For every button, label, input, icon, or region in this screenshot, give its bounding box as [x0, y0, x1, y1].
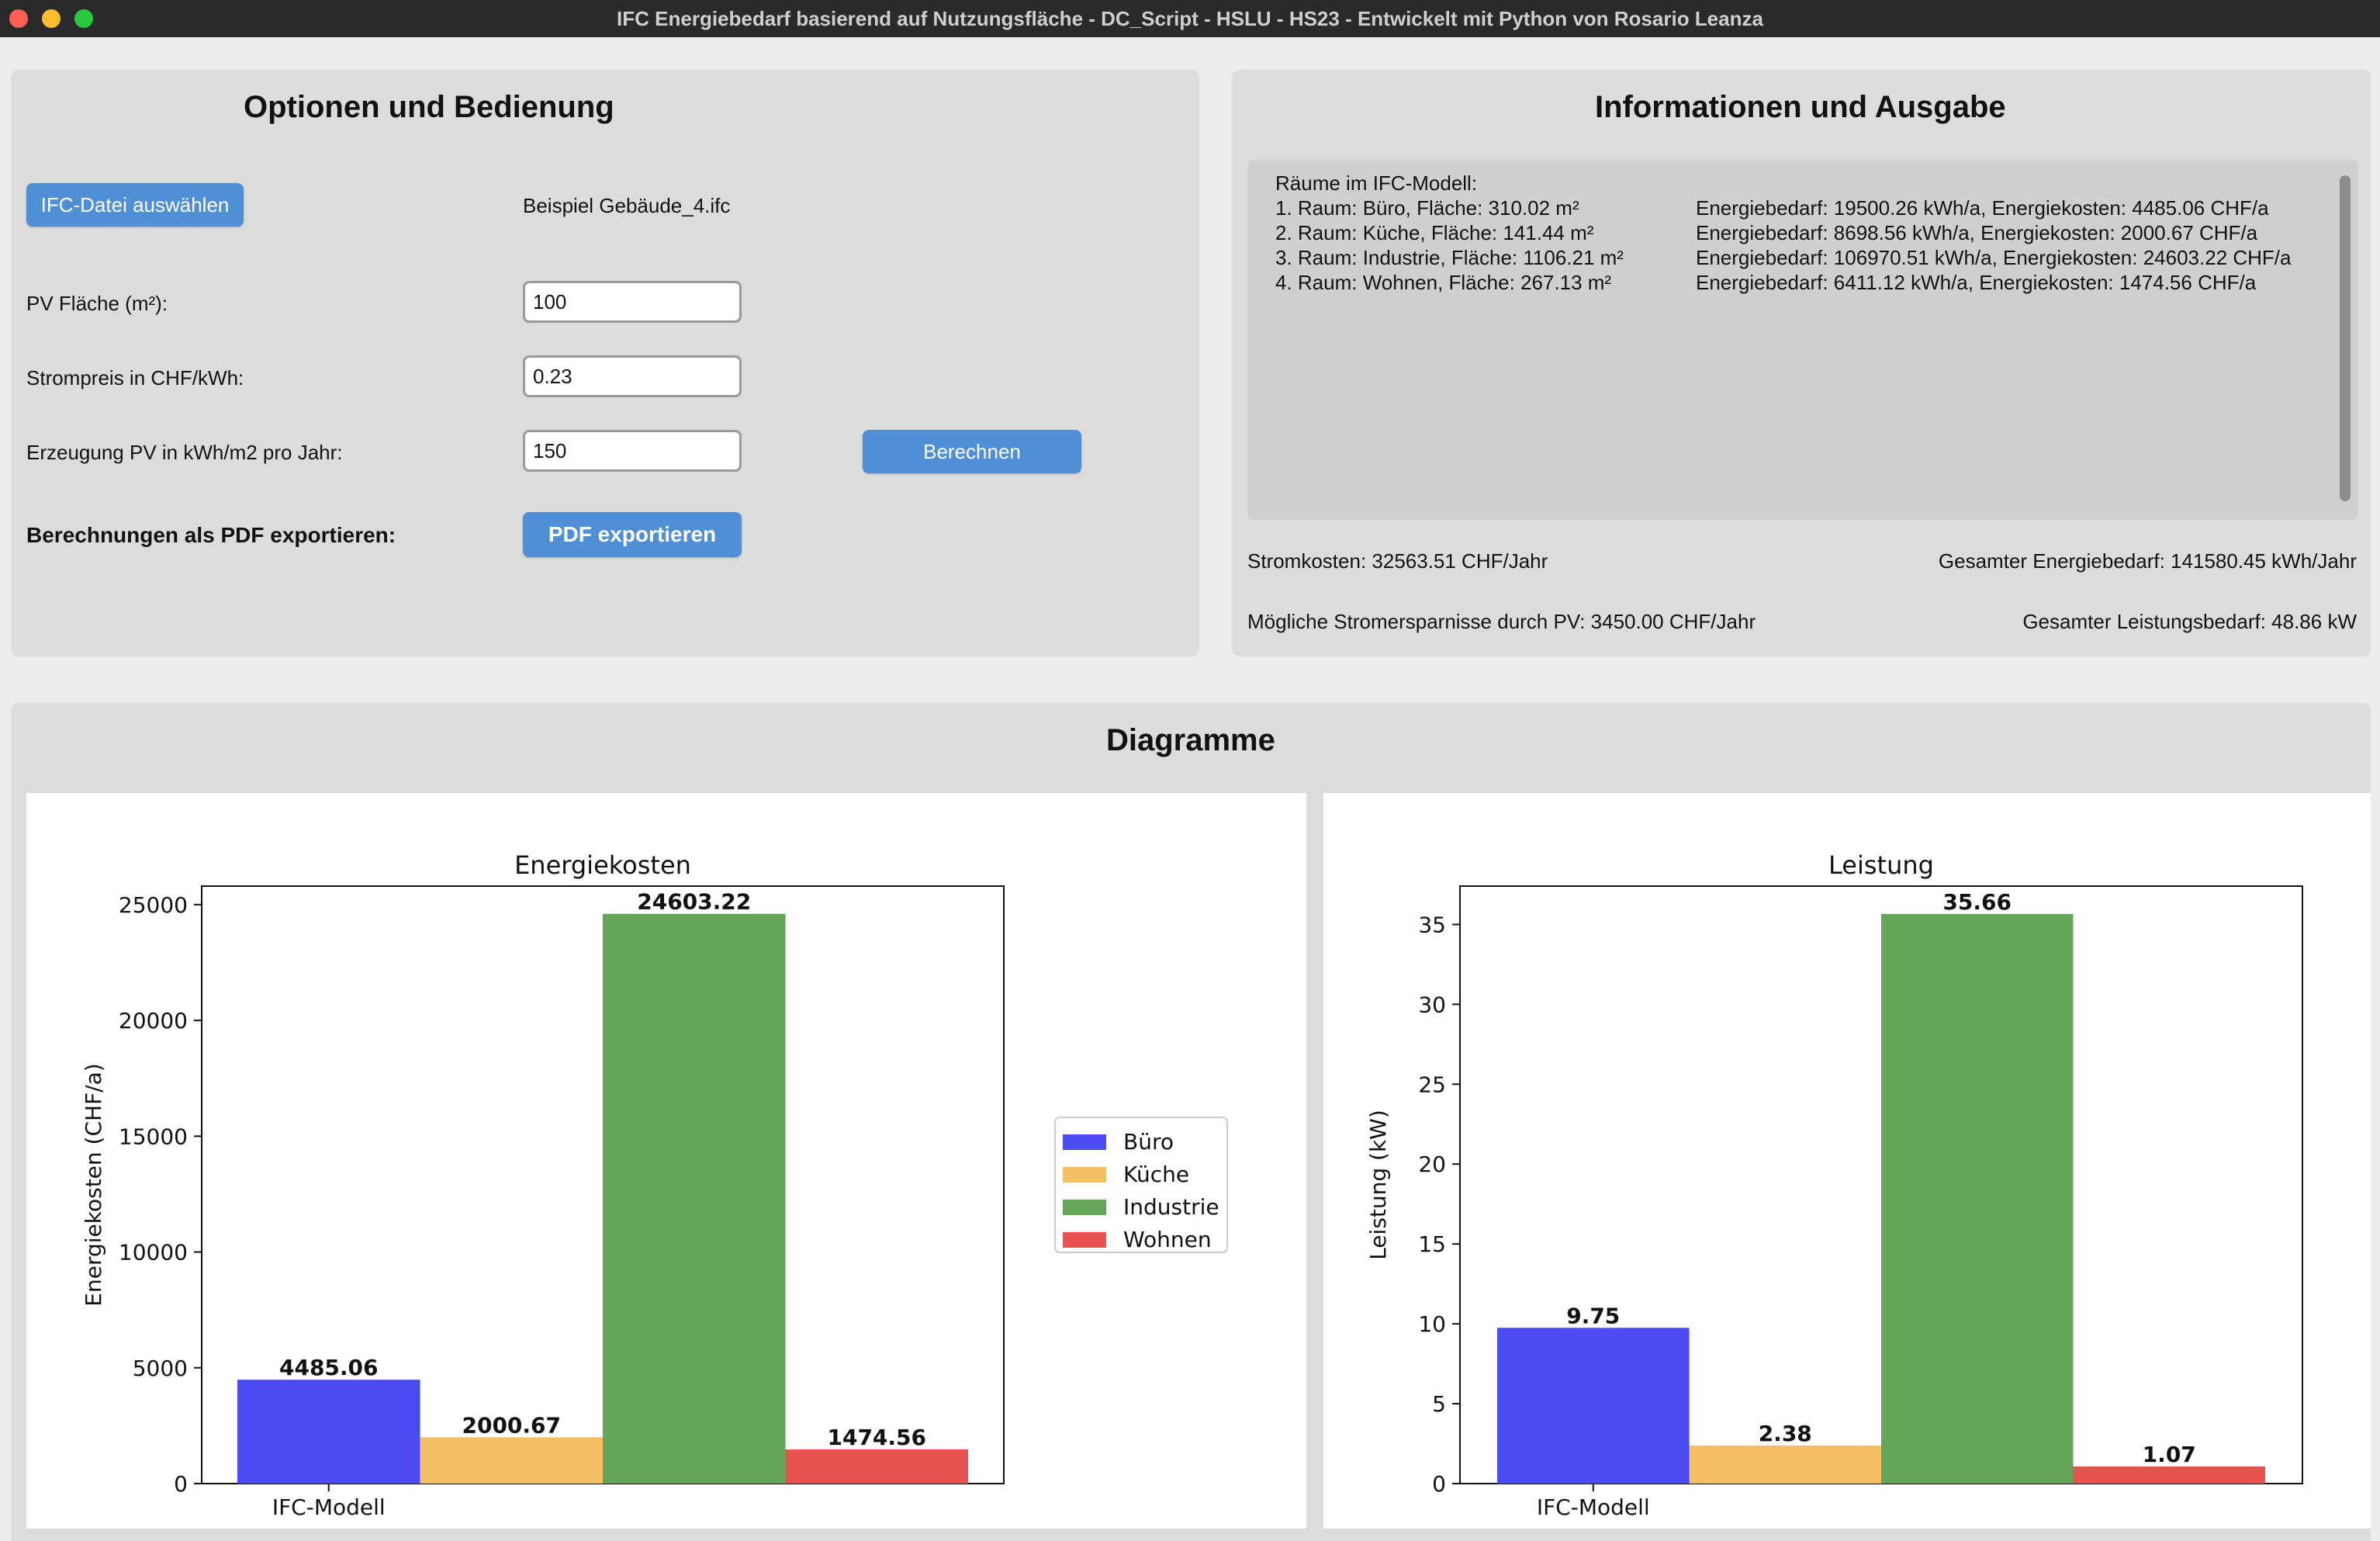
y-axis-label: Energiekosten (CHF/a) [81, 1063, 106, 1306]
y-tick-label: 25 [1418, 1072, 1446, 1097]
selected-file-name: Beispiel Gebäude_4.ifc [523, 194, 731, 217]
y-tick-label: 0 [1432, 1471, 1446, 1497]
bar-küche [420, 1437, 603, 1484]
bar-büro [237, 1380, 420, 1484]
bar-büro [1497, 1328, 1690, 1484]
bar-value-label: 2000.67 [462, 1412, 561, 1438]
close-window-button[interactable] [9, 9, 28, 28]
y-tick-label: 5000 [133, 1356, 188, 1381]
y-tick-label: 15 [1418, 1231, 1446, 1257]
x-tick-label: IFC-Modell [1537, 1494, 1650, 1520]
chart-title: Energiekosten [514, 850, 691, 880]
diagrams-title: Diagramme [1106, 723, 1275, 757]
window-titlebar: IFC Energiebedarf basierend auf Nutzungs… [0, 0, 2380, 37]
bar-wohnen [785, 1449, 968, 1484]
total-energy-text: Gesamter Energiebedarf: 141580.45 kWh/Ja… [1938, 549, 2357, 573]
y-tick-label: 0 [174, 1471, 188, 1497]
room-line-left: 1. Raum: Büro, Fläche: 310.02 m² [1275, 196, 1579, 220]
room-line-right: Energiebedarf: 19500.26 kWh/a, Energieko… [1696, 196, 2269, 220]
legend-swatch-küche [1063, 1167, 1106, 1183]
energy-cost-chart: Energiekosten 0 5000 10000 15000 20000 25000 En… [81, 850, 1228, 1520]
total-power-text: Gesamter Leistungsbedarf: 48.86 kW [2022, 610, 2357, 633]
bar-küche [1689, 1446, 1881, 1484]
legend-label: Küche [1123, 1162, 1189, 1187]
y-tick-label: 35 [1418, 912, 1446, 937]
options-panel: Optionen und Bedienung IFC-Datei auswähl… [11, 70, 1199, 656]
price-label: Strompreis in CHF/kWh: [26, 366, 244, 390]
room-line-right: Energiebedarf: 106970.51 kWh/a, Energiek… [1696, 246, 2292, 269]
options-panel-title: Optionen und Bedienung [244, 90, 614, 124]
pv-area-input[interactable] [523, 281, 742, 323]
room-line-right: Energiebedarf: 8698.56 kWh/a, Energiekos… [1696, 221, 2258, 244]
legend-label: Büro [1123, 1129, 1174, 1155]
rooms-heading: Räume im IFC-Modell: [1275, 171, 1478, 195]
legend-swatch-wohnen [1063, 1232, 1106, 1248]
bar-wohnen [2073, 1466, 2265, 1484]
y-tick-label: 10 [1418, 1311, 1446, 1337]
window-controls [9, 9, 93, 28]
maximize-window-button[interactable] [74, 9, 93, 28]
power-chart: Leistung 0 5 10 15 20 25 30 35 Leistung (kW) 9.75 2… [1365, 850, 2303, 1520]
y-tick-label: 15000 [119, 1124, 188, 1149]
minimize-window-button[interactable] [42, 9, 61, 28]
legend-swatch-büro [1063, 1134, 1106, 1150]
bar-value-label: 1474.56 [827, 1425, 926, 1450]
pv-production-input[interactable] [523, 430, 742, 472]
electricity-price-input[interactable] [523, 355, 742, 397]
output-scrollbar[interactable] [2340, 175, 2351, 501]
y-tick-label: 20 [1418, 1151, 1446, 1177]
room-line-left: 2. Raum: Küche, Fläche: 141.44 m² [1275, 221, 1594, 244]
bar-value-label: 1.07 [2143, 1442, 2196, 1467]
export-pdf-button[interactable]: PDF exportieren [523, 512, 742, 557]
bar-value-label: 4485.06 [279, 1355, 379, 1380]
bar-value-label: 35.66 [1942, 889, 2012, 915]
x-tick-label: IFC-Modell [272, 1494, 386, 1520]
pv-savings-text: Mögliche Stromersparnisse durch PV: 3450… [1247, 610, 1756, 633]
bar-value-label: 9.75 [1566, 1303, 1620, 1328]
stromkosten-text: Stromkosten: 32563.51 CHF/Jahr [1247, 549, 1548, 573]
info-panel-title: Informationen und Ausgabe [1595, 90, 2006, 124]
pv-production-label: Erzeugung PV in kWh/m2 pro Jahr: [26, 441, 343, 464]
y-tick-label: 20000 [119, 1008, 188, 1034]
bar-value-label: 24603.22 [637, 889, 751, 915]
y-axis-label: Leistung (kW) [1365, 1110, 1391, 1260]
bar-value-label: 2.38 [1759, 1421, 1812, 1446]
export-label: Berechnungen als PDF exportieren: [26, 523, 396, 547]
legend-swatch-industrie [1063, 1200, 1106, 1215]
y-tick-label: 10000 [119, 1240, 188, 1266]
room-line-left: 4. Raum: Wohnen, Fläche: 267.13 m² [1275, 271, 1612, 294]
chart-title: Leistung [1828, 850, 1934, 880]
y-tick-label: 5 [1432, 1391, 1446, 1417]
power-chart-area: Leistung 0 5 10 15 20 25 30 35 Leistung (kW) 9.75 2… [1323, 793, 2371, 1529]
output-textbox[interactable]: Räume im IFC-Modell: 1. Raum: Büro, Fläc… [1247, 160, 2358, 520]
select-ifc-file-button[interactable]: IFC-Datei auswählen [26, 183, 244, 227]
legend-label: Industrie [1123, 1194, 1219, 1220]
energy-cost-chart-area: Energiekosten 0 5000 10000 15000 20000 25000 En… [26, 793, 1306, 1529]
bar-industrie [1881, 913, 2074, 1484]
room-line-left: 3. Raum: Industrie, Fläche: 1106.21 m² [1275, 246, 1624, 269]
room-line-right: Energiebedarf: 6411.12 kWh/a, Energiekos… [1696, 271, 2257, 294]
legend-label: Wohnen [1123, 1227, 1212, 1252]
y-tick-label: 30 [1418, 992, 1446, 1017]
calculate-button[interactable]: Berechnen [863, 430, 1081, 473]
bar-industrie [603, 913, 786, 1484]
pv-area-label: PV Fläche (m²): [26, 292, 168, 315]
window-title: IFC Energiebedarf basierend auf Nutzungs… [617, 6, 1763, 30]
y-tick-label: 25000 [119, 892, 188, 918]
